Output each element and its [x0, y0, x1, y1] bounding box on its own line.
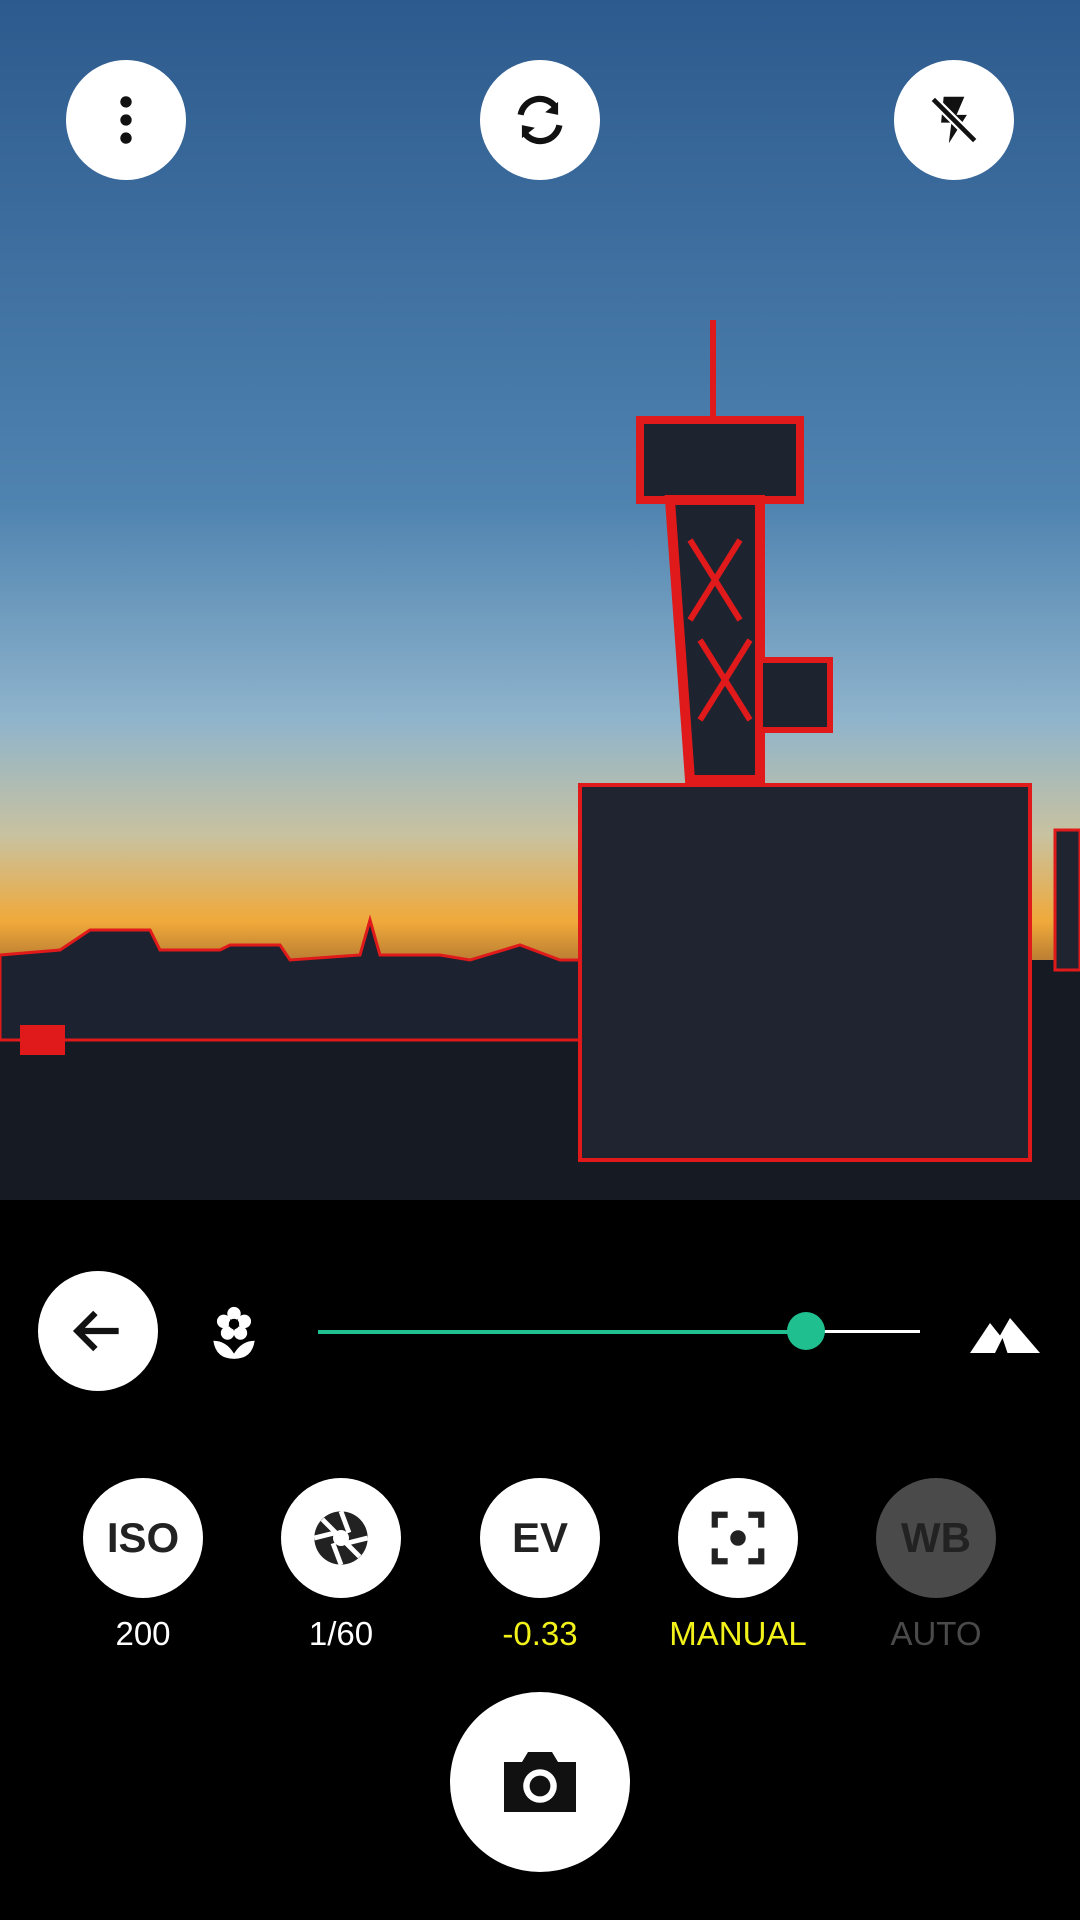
focus-mode-value: MANUAL — [669, 1615, 807, 1652]
slider-track-filled — [318, 1330, 806, 1334]
mountain-landscape-icon — [970, 1318, 1040, 1353]
focus-slider[interactable] — [318, 1310, 920, 1354]
focus-mode-setting[interactable]: MANUAL — [663, 1478, 813, 1654]
wb-label: WB — [901, 1514, 971, 1561]
arrow-left-icon — [72, 1310, 119, 1352]
shutter-speed-button[interactable] — [281, 1478, 401, 1598]
iso-setting[interactable]: ISO 200 — [68, 1478, 218, 1654]
ev-button[interactable]: EV — [480, 1478, 600, 1598]
ev-value: -0.33 — [502, 1615, 578, 1652]
more-vert-icon — [120, 96, 132, 144]
more-options-button[interactable] — [66, 60, 186, 180]
ev-setting[interactable]: EV -0.33 — [465, 1478, 615, 1654]
switch-camera-button[interactable] — [480, 60, 600, 180]
flower-macro-icon — [213, 1306, 255, 1359]
focus-near-macro-icon — [203, 1302, 265, 1364]
shutter-speed-setting[interactable]: 1/60 — [266, 1478, 416, 1654]
camera-icon — [504, 1752, 576, 1812]
focus-mode-icon — [711, 1511, 765, 1565]
focus-mode-button[interactable] — [678, 1478, 798, 1598]
switch-camera-icon — [517, 95, 563, 145]
iso-button[interactable]: ISO — [83, 1478, 203, 1598]
focus-far-landscape-icon — [970, 1308, 1040, 1358]
shutter-speed-value: 1/60 — [308, 1615, 374, 1652]
iso-value: 200 — [115, 1615, 171, 1652]
white-balance-button[interactable]: WB — [876, 1478, 996, 1598]
flash-toggle-button[interactable] — [894, 60, 1014, 180]
back-button[interactable] — [38, 1271, 158, 1391]
white-balance-value: AUTO — [890, 1615, 982, 1652]
shutter-button[interactable] — [450, 1692, 630, 1872]
ev-label: EV — [511, 1514, 569, 1561]
aperture-shutter-icon — [313, 1510, 369, 1566]
white-balance-setting[interactable]: WB AUTO — [861, 1478, 1011, 1654]
slider-thumb[interactable] — [787, 1312, 825, 1350]
iso-label: ISO — [106, 1514, 180, 1561]
camera-viewfinder[interactable] — [0, 0, 1080, 1440]
flash-off-icon — [930, 96, 978, 144]
